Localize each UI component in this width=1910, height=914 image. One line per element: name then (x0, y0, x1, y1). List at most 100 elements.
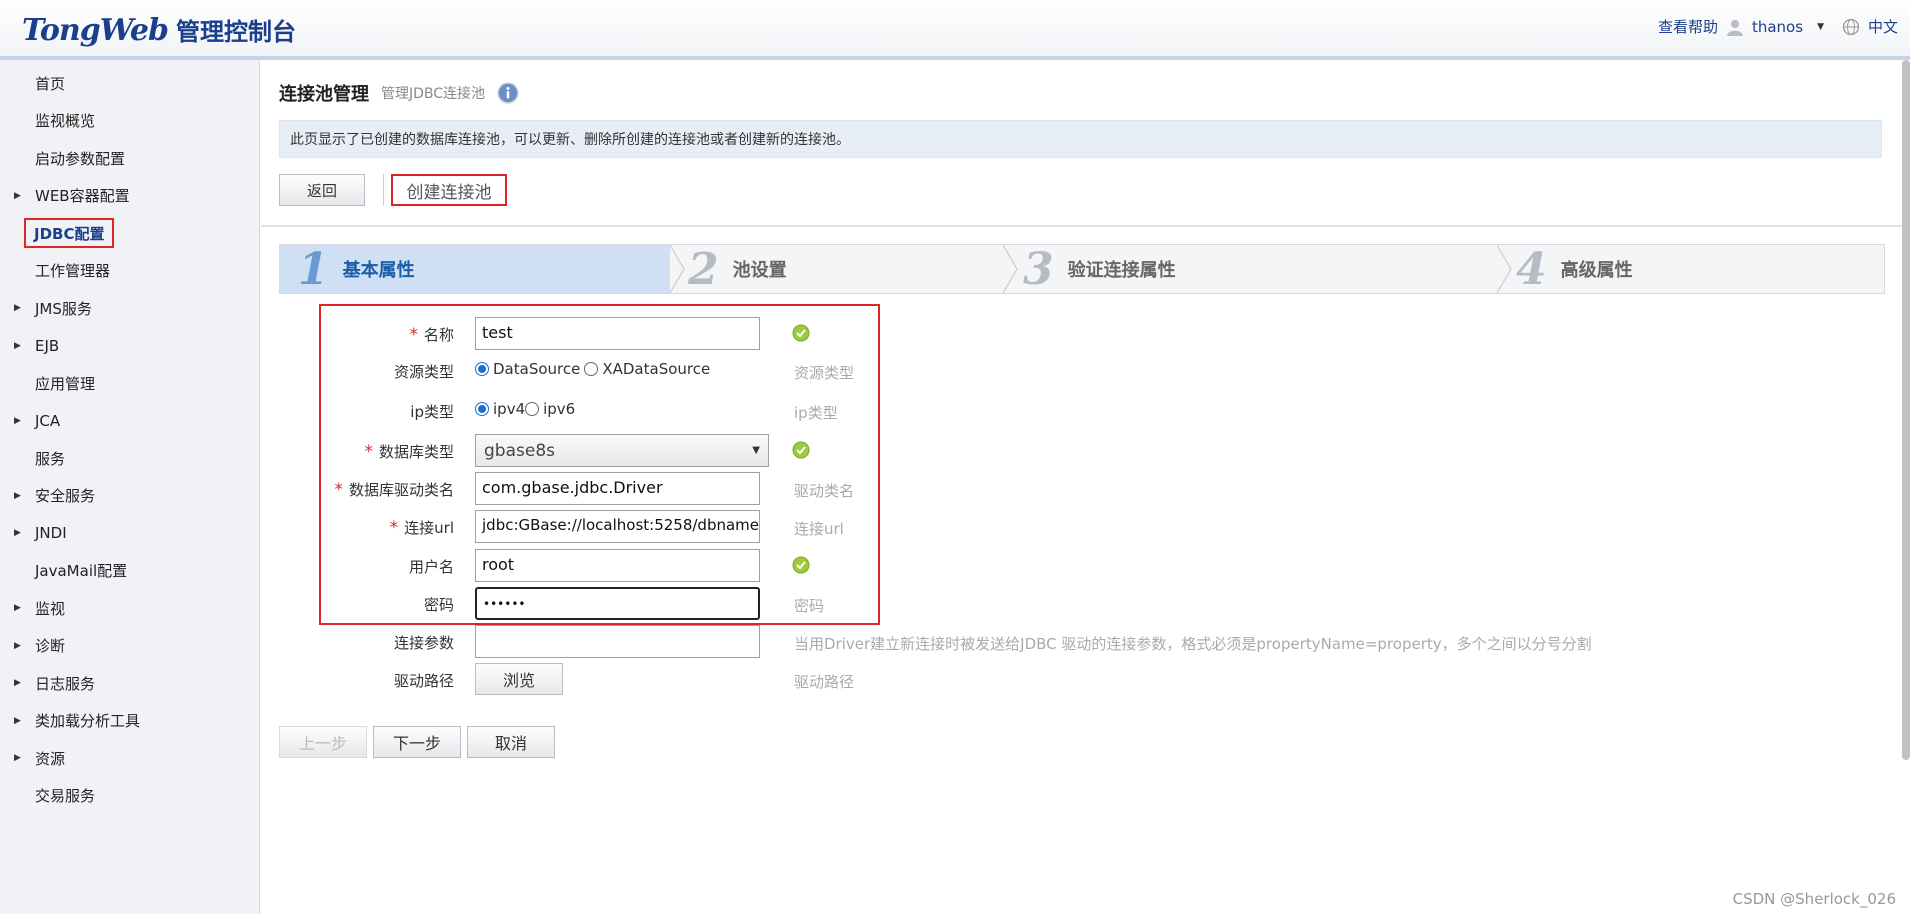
step-separator-icon (1497, 245, 1512, 293)
expand-arrow-icon[interactable]: ▶ (14, 416, 21, 426)
sidebar-item[interactable]: ▶ 资源 (0, 743, 260, 773)
sidebar-item[interactable]: ▶ EJB (0, 331, 260, 361)
db-type-select[interactable]: gbase8s ▼ (475, 434, 769, 467)
sidebar-item[interactable]: ▶ 日志服务 (0, 668, 260, 698)
resource-type-radios: DataSource XADataSource (475, 360, 710, 378)
field-label: 驱动路径 (393, 672, 454, 690)
step-number: 1 (298, 243, 329, 295)
logo-text-web: Web (99, 13, 169, 48)
expand-arrow-icon[interactable]: ▶ (14, 491, 21, 501)
step-advanced-properties[interactable]: 4 高级属性 (1516, 244, 1876, 295)
caret-down-icon[interactable]: ▼ (1817, 22, 1824, 32)
user-icon (1726, 19, 1743, 36)
info-icon[interactable] (497, 82, 519, 104)
expand-arrow-icon[interactable]: ▶ (14, 603, 21, 613)
sidebar-item[interactable]: 服务 (0, 443, 260, 473)
field-label: ip类型 (410, 403, 454, 421)
expand-arrow-icon[interactable]: ▶ (14, 641, 21, 651)
sidebar-item[interactable]: ▶ 诊断 (0, 631, 260, 661)
form-row-resource-type: 资源类型 DataSource XADataSource 资源类型 (261, 352, 1661, 388)
form-row-conn-params: 连接参数 当用Driver建立新连接时被发送给JDBC 驱动的连接参数，格式必须… (261, 623, 1661, 659)
sidebar-item-label: 资源 (35, 749, 66, 768)
driver-class-input[interactable]: com.gbase.jdbc.Driver (475, 472, 760, 505)
step-name: 池设置 (732, 260, 787, 281)
expand-arrow-icon[interactable]: ▶ (14, 753, 21, 763)
sidebar-item-label: 首页 (35, 74, 66, 93)
url-input[interactable]: jdbc:GBase://localhost:5258/dbname (475, 510, 760, 543)
conn-params-input[interactable] (475, 625, 760, 658)
chevron-down-icon: ▼ (752, 445, 760, 456)
logo-subtitle: 管理控制台 (176, 18, 296, 46)
globe-icon (1842, 18, 1860, 35)
check-icon (792, 556, 810, 574)
expand-arrow-icon[interactable]: ▶ (14, 528, 21, 538)
step-validate-connection[interactable]: 3 验证连接属性 (1023, 244, 1503, 295)
expand-arrow-icon[interactable]: ▶ (14, 303, 21, 313)
field-label: * 名称 (409, 325, 454, 345)
radio-datasource[interactable] (475, 362, 489, 376)
header-toolbar: 查看帮助 thanos ▼ 中文 (1658, 16, 1898, 37)
cancel-button[interactable]: 取消 (467, 726, 555, 758)
radio-xadatasource[interactable] (584, 362, 599, 376)
radio-ipv4[interactable] (475, 402, 489, 416)
radio-ipv6[interactable] (525, 402, 540, 416)
sidebar-item[interactable]: 工作管理器 (0, 256, 260, 286)
scrollbar[interactable] (1902, 60, 1910, 760)
step-basic-properties[interactable]: 1 基本属性 (280, 243, 670, 295)
sidebar-item[interactable]: ▶ 安全服务 (0, 481, 260, 511)
step-name: 基本属性 (342, 260, 415, 281)
field-hint: 驱动类名 (794, 482, 855, 500)
sidebar-item[interactable]: ▶ JMS服务 (0, 293, 260, 323)
sidebar-item[interactable]: 交易服务 (0, 781, 260, 811)
form-row-driver-class: * 数据库驱动类名 com.gbase.jdbc.Driver 驱动类名 (261, 470, 1661, 506)
step-separator-icon (1003, 245, 1018, 293)
form-row-db-type: * 数据库类型 gbase8s ▼ (261, 432, 1661, 468)
field-hint: 密码 (794, 597, 825, 615)
sidebar-item[interactable]: 监视概览 (0, 106, 260, 136)
sidebar-item[interactable]: ▶ WEB容器配置 (0, 181, 260, 211)
sidebar-item[interactable]: ▶ 监视 (0, 593, 260, 623)
ip-type-radios: ipv4 ipv6 (475, 400, 575, 418)
expand-arrow-icon[interactable]: ▶ (14, 341, 21, 351)
radio-label: XADataSource (602, 360, 711, 378)
sidebar-item-label: 诊断 (35, 637, 66, 655)
field-label: 连接参数 (393, 634, 454, 652)
expand-arrow-icon[interactable]: ▶ (14, 716, 21, 726)
sidebar-item-label: 安全服务 (35, 487, 96, 505)
sidebar-item[interactable]: 启动参数配置 (0, 143, 260, 173)
sidebar-item[interactable]: JDBC配置 (0, 218, 260, 248)
sidebar-item-label: JCA (35, 411, 61, 430)
sidebar-item[interactable]: ▶ JNDI (0, 518, 260, 548)
expand-arrow-icon[interactable]: ▶ (14, 191, 21, 201)
page-title: 连接池管理 管理JDBC连接池 (279, 80, 519, 106)
description-bar: 此页显示了已创建的数据库连接池，可以更新、删除所创建的连接池或者创建新的连接池。 (279, 120, 1882, 158)
sidebar-item-label: EJB (35, 336, 60, 355)
create-pool-tab[interactable]: 创建连接池 (391, 174, 507, 206)
sidebar-item-label: 工作管理器 (35, 262, 111, 280)
user-menu[interactable]: thanos (1752, 18, 1803, 36)
sidebar-item-label: 应用管理 (35, 374, 96, 393)
watermark: CSDN @Sherlock_026 (1732, 890, 1896, 908)
sidebar-item[interactable]: JavaMail配置 (0, 556, 260, 586)
back-button[interactable]: 返回 (279, 174, 365, 206)
step-pool-settings[interactable]: 2 池设置 (688, 243, 998, 295)
name-input[interactable]: test (475, 317, 760, 350)
help-link[interactable]: 查看帮助 (1658, 16, 1718, 37)
divider (383, 174, 384, 206)
username-input[interactable]: root (475, 549, 760, 582)
browse-button[interactable]: 浏览 (475, 663, 563, 695)
step-number: 2 (688, 243, 719, 295)
sidebar-item[interactable]: 首页 (0, 68, 260, 98)
prev-button[interactable]: 上一步 (279, 726, 367, 758)
field-hint: ip类型 (794, 404, 838, 422)
sidebar-item[interactable]: 应用管理 (0, 368, 260, 398)
sidebar-item-label: 交易服务 (35, 787, 96, 805)
next-button[interactable]: 下一步 (373, 726, 461, 758)
password-input[interactable]: •••••• (475, 587, 760, 620)
field-hint: 当用Driver建立新连接时被发送给JDBC 驱动的连接参数，格式必须是prop… (794, 635, 1592, 653)
sidebar-item[interactable]: ▶ JCA (0, 406, 260, 436)
field-hint: 资源类型 (794, 364, 855, 382)
expand-arrow-icon[interactable]: ▶ (14, 678, 21, 688)
sidebar-item[interactable]: ▶ 类加载分析工具 (0, 706, 260, 736)
language-switch[interactable]: 中文 (1868, 16, 1898, 37)
